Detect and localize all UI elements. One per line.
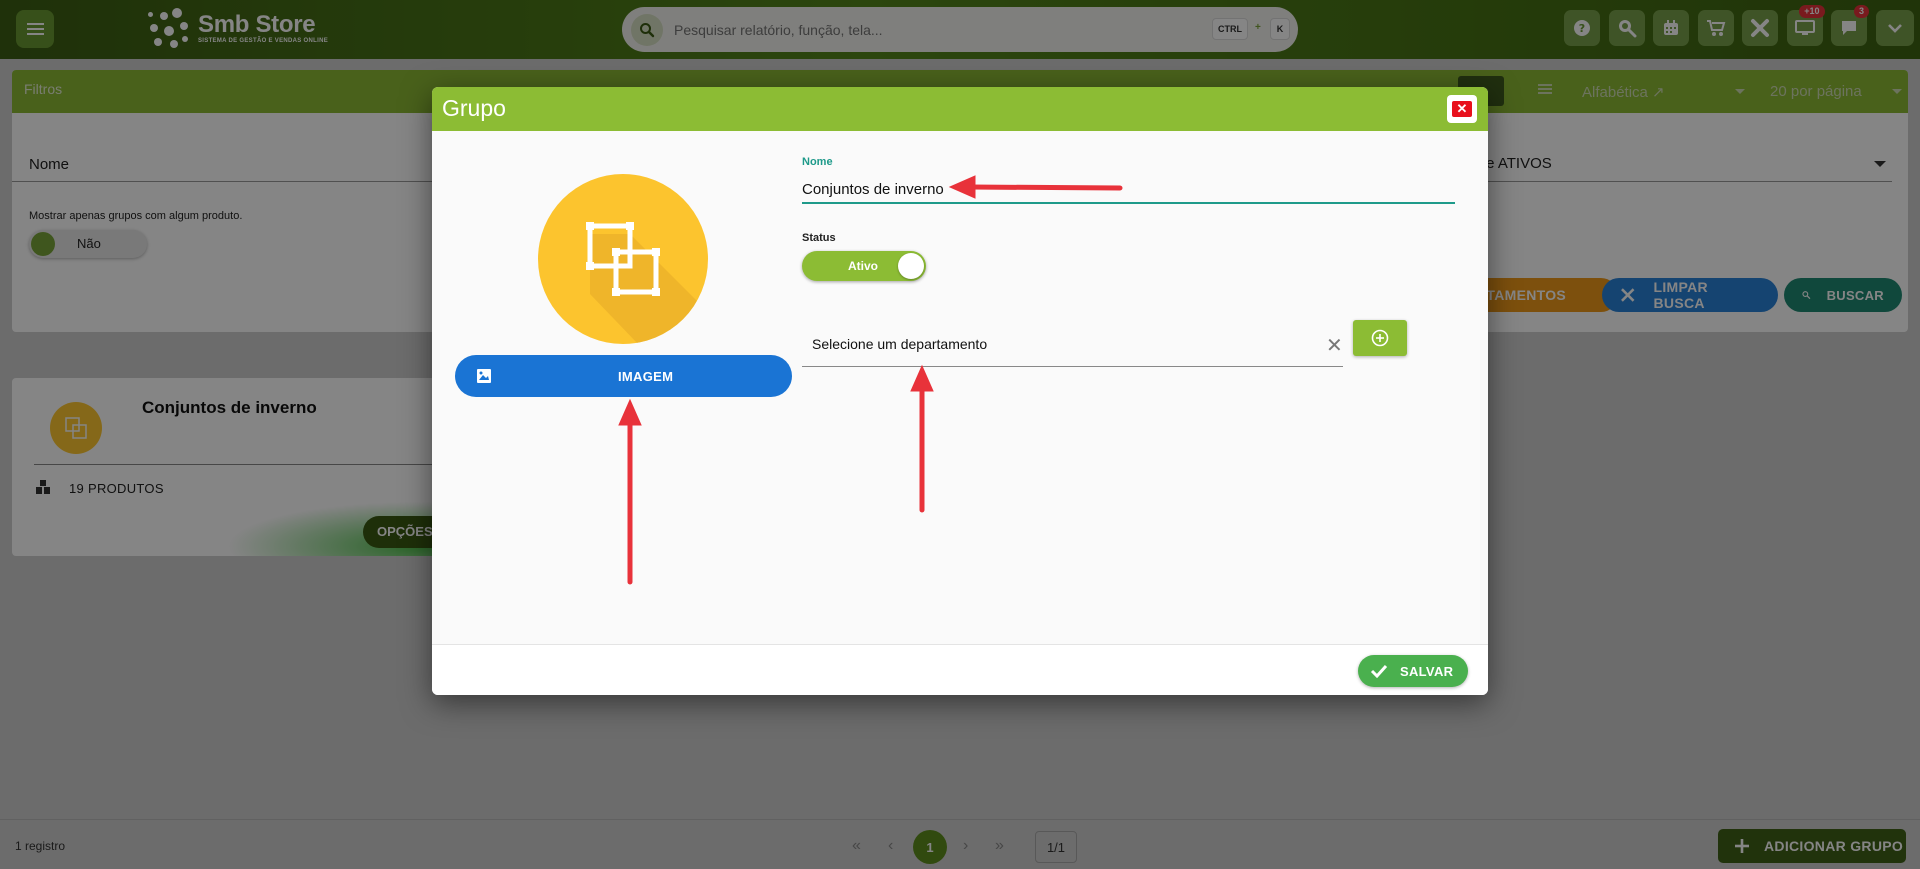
dialog-title: Grupo	[442, 95, 506, 121]
department-select[interactable]: Selecione um departamento ✕	[802, 324, 1343, 367]
close-dialog-button[interactable]: ✕	[1447, 95, 1477, 123]
upload-image-button[interactable]: IMAGEM	[455, 355, 792, 397]
status-toggle-value: Ativo	[848, 259, 878, 273]
upload-image-label: IMAGEM	[618, 368, 674, 384]
nome-input[interactable]	[802, 176, 1455, 204]
dialog-footer: SALVAR	[432, 644, 1488, 695]
plus-circle-icon	[1371, 329, 1389, 347]
dialog-header: Grupo ✕	[432, 87, 1488, 131]
image-icon	[477, 369, 491, 383]
clear-department-icon[interactable]: ✕	[1326, 333, 1343, 358]
status-toggle[interactable]: Ativo	[802, 251, 926, 281]
add-department-button[interactable]	[1353, 320, 1407, 356]
close-icon: ✕	[1452, 101, 1472, 117]
check-icon	[1370, 664, 1388, 678]
department-placeholder: Selecione um departamento	[812, 336, 988, 352]
group-placeholder-icon	[586, 222, 698, 344]
nome-label: Nome	[802, 156, 833, 168]
save-label: SALVAR	[1400, 663, 1454, 679]
status-label: Status	[802, 232, 836, 244]
group-image-preview	[538, 174, 708, 344]
toggle-knob	[898, 253, 924, 279]
save-button[interactable]: SALVAR	[1358, 655, 1468, 687]
group-dialog: Grupo ✕ IMAGEM Nome Status Ativo Selecio…	[432, 87, 1488, 695]
